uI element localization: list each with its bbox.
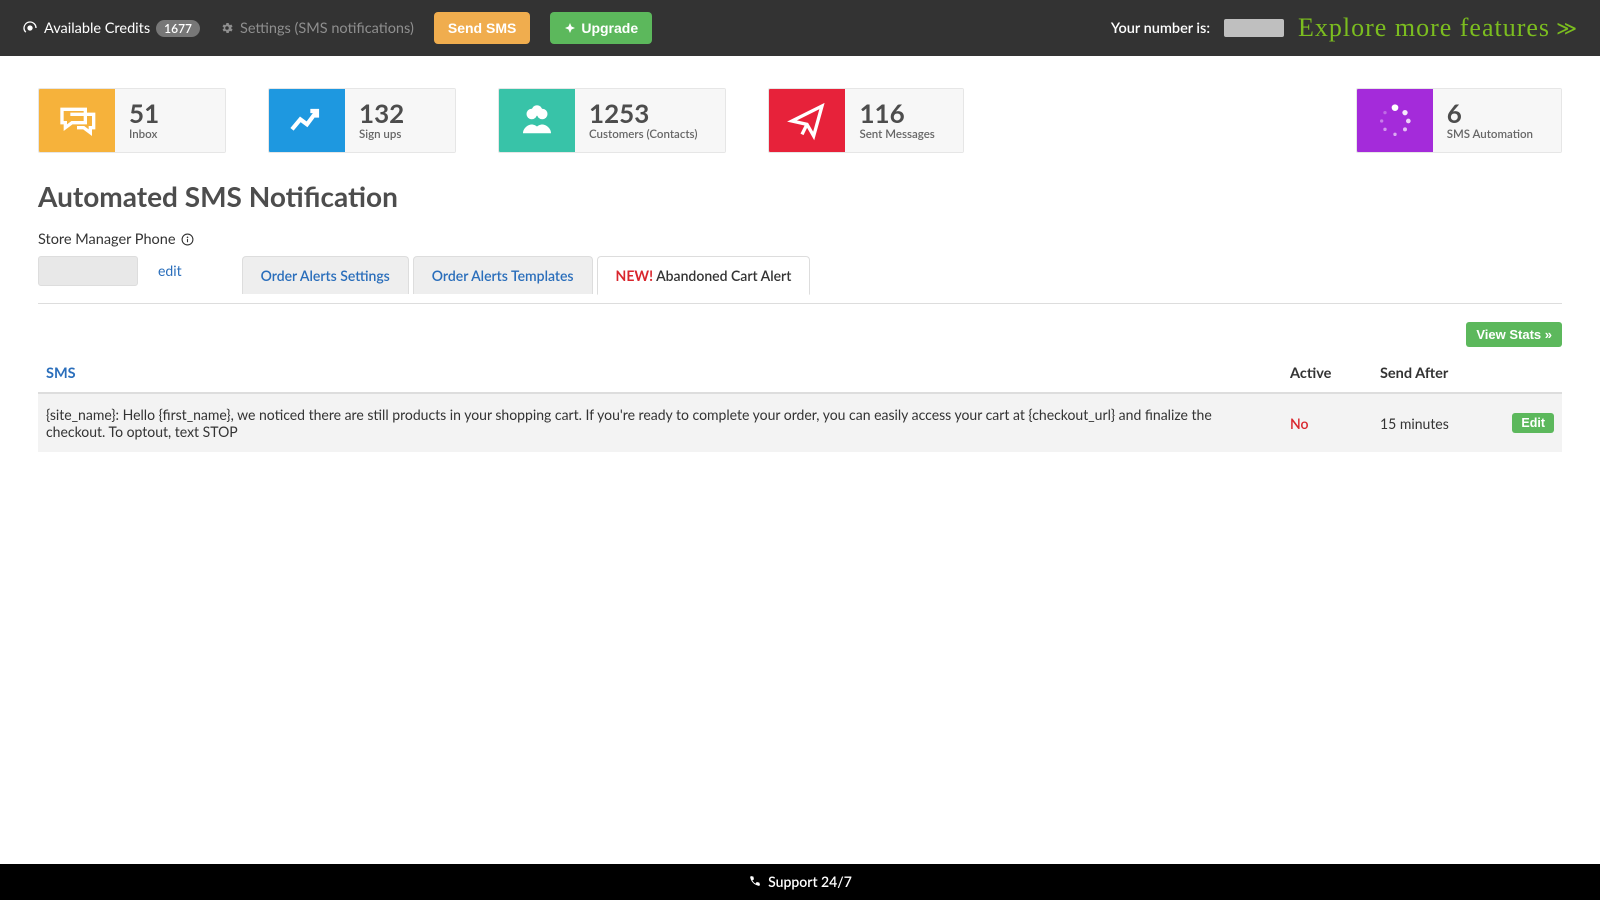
upgrade-button[interactable]: Upgrade: [550, 12, 652, 44]
th-sms-link[interactable]: SMS: [46, 365, 76, 382]
topbar: Available Credits 1677 Settings (SMS not…: [0, 0, 1600, 56]
tab-abandoned-cart-alert[interactable]: NEW! Abandoned Cart Alert: [597, 256, 811, 295]
table-row: {site_name}: Hello {first_name}, we noti…: [38, 393, 1562, 452]
phone-edit-link[interactable]: edit: [158, 262, 182, 279]
stat-card-sent[interactable]: 116 Sent Messages: [768, 88, 963, 153]
dashboard-icon: [22, 20, 38, 36]
tab-label: Order Alerts Settings: [261, 267, 390, 284]
stat-label: SMS Automation: [1447, 128, 1533, 141]
phone-label: Store Manager Phone: [38, 231, 176, 248]
topbar-left: Available Credits 1677 Settings (SMS not…: [22, 12, 652, 44]
table-header-row: SMS Active Send After: [38, 355, 1562, 393]
gear-icon: [220, 21, 234, 35]
chevron-right-icon: ≫: [1556, 16, 1578, 41]
spinner-icon: [1357, 89, 1433, 152]
stats-row: 51 Inbox 132 Sign ups 1253 Customers (Co…: [0, 56, 1600, 171]
th-sms[interactable]: SMS: [38, 355, 1282, 393]
stat-value: 6: [1447, 100, 1533, 126]
info-icon[interactable]: [181, 233, 194, 246]
tab-label: Order Alerts Templates: [432, 267, 574, 284]
rocket-icon: [564, 22, 576, 34]
footer-support[interactable]: Support 24/7: [748, 873, 852, 890]
upgrade-label: Upgrade: [581, 20, 638, 36]
stat-body: 6 SMS Automation: [1433, 89, 1561, 152]
plane-icon: [769, 89, 845, 152]
your-number-label: Your number is:: [1111, 20, 1210, 37]
stat-card-customers[interactable]: 1253 Customers (Contacts): [498, 88, 726, 153]
credits-label: Available Credits: [44, 20, 150, 37]
page-title: Automated SMS Notification: [38, 179, 1562, 213]
topbar-right: Your number is: Explore more features ≫: [1111, 13, 1578, 43]
settings-label: Settings (SMS notifications): [240, 20, 414, 37]
cell-send-after: 15 minutes: [1372, 393, 1502, 452]
stat-body: 132 Sign ups: [345, 89, 455, 152]
send-sms-button[interactable]: Send SMS: [434, 12, 530, 44]
tab-new-badge: NEW!: [616, 267, 654, 284]
stat-body: 1253 Customers (Contacts): [575, 89, 725, 152]
stat-value: 116: [859, 100, 934, 126]
stat-body: 116 Sent Messages: [845, 89, 962, 152]
stat-card-signups[interactable]: 132 Sign ups: [268, 88, 456, 153]
cell-sms: {site_name}: Hello {first_name}, we noti…: [38, 393, 1282, 452]
chat-icon: [39, 89, 115, 152]
phone-value: [38, 256, 138, 286]
cell-actions: Edit: [1502, 393, 1562, 452]
view-stats-row: View Stats »: [38, 322, 1562, 347]
chart-icon: [269, 89, 345, 152]
tab-order-alerts-settings[interactable]: Order Alerts Settings: [242, 256, 409, 294]
available-credits[interactable]: Available Credits 1677: [22, 20, 200, 37]
th-send-after: Send After: [1372, 355, 1502, 393]
th-active: Active: [1282, 355, 1372, 393]
sms-table: SMS Active Send After {site_name}: Hello…: [38, 355, 1562, 452]
phone-icon: [748, 875, 761, 888]
stat-label: Sign ups: [359, 128, 427, 141]
settings-link[interactable]: Settings (SMS notifications): [220, 20, 414, 37]
stat-label: Sent Messages: [859, 128, 934, 141]
footer: Support 24/7: [0, 864, 1600, 900]
th-actions: [1502, 355, 1562, 393]
users-icon: [499, 89, 575, 152]
tab-label: Abandoned Cart Alert: [656, 267, 791, 284]
edit-button[interactable]: Edit: [1512, 413, 1554, 433]
stat-label: Inbox: [129, 128, 197, 141]
stat-label: Customers (Contacts): [589, 128, 697, 141]
active-value: No: [1290, 415, 1309, 432]
stat-value: 132: [359, 100, 427, 126]
your-number-value: [1224, 19, 1284, 37]
view-stats-button[interactable]: View Stats »: [1466, 322, 1562, 347]
stat-card-automation[interactable]: 6 SMS Automation: [1356, 88, 1562, 153]
credits-badge: 1677: [156, 20, 200, 37]
stat-value: 1253: [589, 100, 697, 126]
explore-label: Explore more features: [1298, 13, 1550, 43]
stat-body: 51 Inbox: [115, 89, 225, 152]
phone-label-row: Store Manager Phone: [38, 231, 1562, 248]
main-container: Automated SMS Notification Store Manager…: [0, 179, 1600, 452]
explore-features-link[interactable]: Explore more features ≫: [1298, 13, 1578, 43]
phone-row: edit Order Alerts Settings Order Alerts …: [38, 256, 1562, 294]
footer-support-label: Support 24/7: [768, 873, 852, 890]
cell-active: No: [1282, 393, 1372, 452]
tabs: Order Alerts Settings Order Alerts Templ…: [242, 256, 1562, 294]
tab-order-alerts-templates[interactable]: Order Alerts Templates: [413, 256, 593, 294]
phone-section: Store Manager Phone edit Order Alerts Se…: [38, 231, 1562, 294]
stat-card-inbox[interactable]: 51 Inbox: [38, 88, 226, 153]
stat-value: 51: [129, 100, 197, 126]
